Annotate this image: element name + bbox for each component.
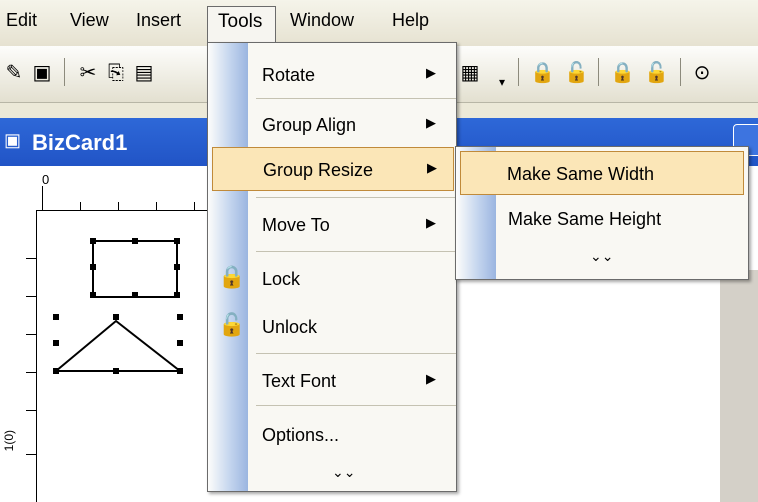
- menu-item-label: Options...: [262, 425, 340, 445]
- paste-icon[interactable]: ▤: [132, 60, 156, 84]
- submenu-arrow-icon: ▶: [426, 215, 436, 230]
- help-icon[interactable]: ⊙: [690, 60, 714, 84]
- unlock-icon[interactable]: 🔓: [564, 60, 589, 84]
- menu-separator: [256, 353, 456, 354]
- ruler-tick: [194, 202, 195, 210]
- submenu-arrow-icon: ▶: [426, 371, 436, 386]
- menu-item-lock[interactable]: 🔒 Lock: [208, 257, 456, 301]
- menu-item-text-font[interactable]: Text Font ▶: [208, 359, 456, 403]
- menu-separator: [256, 98, 456, 99]
- submenu-arrow-icon: ▶: [426, 65, 436, 80]
- workspace-background: [720, 270, 758, 502]
- selection-handle[interactable]: [177, 368, 183, 374]
- selection-handle[interactable]: [90, 292, 96, 298]
- toolbar-overflow-icon[interactable]: ▾: [490, 70, 514, 94]
- ruler-label: 1(0): [2, 430, 16, 452]
- ruler-tick: [26, 296, 36, 297]
- menu-separator: [256, 197, 456, 198]
- submenu-arrow-icon: ▶: [426, 115, 436, 130]
- menu-item-label: Group Resize: [263, 160, 374, 180]
- selection-handle[interactable]: [53, 368, 59, 374]
- menu-item-label: Text Font: [262, 371, 337, 391]
- menu-item-rotate[interactable]: Rotate ▶: [208, 53, 456, 97]
- ruler-label: 0: [42, 172, 50, 187]
- left-ruler: 1(0): [0, 210, 37, 502]
- ruler-tick: [118, 202, 119, 210]
- menu-tools[interactable]: Tools: [207, 6, 276, 43]
- selection-handle[interactable]: [113, 368, 119, 374]
- toolbar-separator: [680, 58, 681, 86]
- ruler-tick: [26, 454, 36, 455]
- ruler-tick: [26, 410, 36, 411]
- menu-insert[interactable]: Insert: [136, 10, 181, 31]
- open-icon[interactable]: ✎: [2, 60, 26, 84]
- menu-view[interactable]: View: [70, 10, 109, 31]
- menu-item-label: Lock: [262, 269, 301, 289]
- selection-handle[interactable]: [53, 314, 59, 320]
- menu-item-group-resize[interactable]: Group Resize ▶: [212, 147, 454, 191]
- menu-separator: [256, 405, 456, 406]
- menu-tools-label: Tools: [218, 11, 263, 32]
- cut-icon[interactable]: ✂: [76, 60, 100, 84]
- selection-handle[interactable]: [174, 292, 180, 298]
- ruler-tick: [156, 202, 157, 210]
- selection-handle[interactable]: [174, 264, 180, 270]
- selection-handle[interactable]: [113, 314, 119, 320]
- group-resize-submenu: Make Same Width Make Same Height ⌄⌄: [455, 146, 749, 280]
- menu-expand-icon[interactable]: ⌄⌄: [332, 465, 355, 481]
- document-icon: ▣: [4, 130, 22, 150]
- submenu-arrow-icon: ▶: [427, 160, 437, 175]
- menu-item-unlock[interactable]: 🔓 Unlock: [208, 305, 456, 349]
- menu-edit[interactable]: Edit: [6, 10, 37, 31]
- group-unlock-icon[interactable]: 🔓: [644, 60, 669, 84]
- toolbar-separator: [518, 58, 519, 86]
- menu-window[interactable]: Window: [290, 10, 354, 31]
- menu-item-options[interactable]: Options...: [208, 413, 456, 457]
- menu-item-label: Make Same Width: [507, 164, 655, 184]
- selection-handle[interactable]: [90, 264, 96, 270]
- ruler-tick: [26, 372, 36, 373]
- document-title: BizCard1: [32, 130, 128, 155]
- menu-item-label: Unlock: [262, 317, 318, 337]
- toolbar-separator: [598, 58, 599, 86]
- ruler-tick: [80, 202, 81, 210]
- menu-expand-icon[interactable]: ⌄⌄: [590, 249, 613, 265]
- lock-icon[interactable]: 🔒: [530, 60, 555, 84]
- canvas-shapes[interactable]: [40, 225, 210, 385]
- menu-help[interactable]: Help: [392, 10, 429, 31]
- toolbar-separator: [64, 58, 65, 86]
- ruler-tick: [26, 258, 36, 259]
- menu-item-label: Rotate: [262, 65, 316, 85]
- menu-item-label: Move To: [262, 215, 330, 235]
- ruler-tick: [26, 334, 36, 335]
- lock-icon: 🔒: [218, 265, 246, 290]
- rectangle-shape[interactable]: [92, 240, 178, 298]
- save-icon[interactable]: ▣: [30, 60, 54, 84]
- menu-item-move-to[interactable]: Move To ▶: [208, 203, 456, 247]
- copy-icon[interactable]: ⎘: [104, 60, 128, 84]
- grid-icon[interactable]: ▦: [458, 60, 482, 84]
- menu-separator: [256, 251, 456, 252]
- selection-handle[interactable]: [132, 238, 138, 244]
- selection-handle[interactable]: [53, 340, 59, 346]
- menu-bar: Edit View Insert Tools Window Help: [0, 0, 758, 46]
- menu-item-make-same-height[interactable]: Make Same Height: [456, 197, 748, 241]
- selection-handle[interactable]: [177, 314, 183, 320]
- selection-handle[interactable]: [132, 292, 138, 298]
- tools-menu: Rotate ▶ Group Align ▶ Group Resize ▶ Mo…: [207, 42, 457, 492]
- group-lock-icon[interactable]: 🔒: [610, 60, 635, 84]
- menu-item-label: Make Same Height: [508, 209, 662, 229]
- triangle-shape[interactable]: [55, 319, 183, 372]
- top-ruler: 0: [36, 166, 216, 211]
- selection-handle[interactable]: [174, 238, 180, 244]
- menu-item-group-align[interactable]: Group Align ▶: [208, 103, 456, 147]
- menu-item-label: Group Align: [262, 115, 357, 135]
- ruler-tick: [42, 186, 43, 210]
- selection-handle[interactable]: [177, 340, 183, 346]
- unlock-icon: 🔓: [218, 313, 246, 338]
- menu-item-make-same-width[interactable]: Make Same Width: [460, 151, 744, 195]
- selection-handle[interactable]: [90, 238, 96, 244]
